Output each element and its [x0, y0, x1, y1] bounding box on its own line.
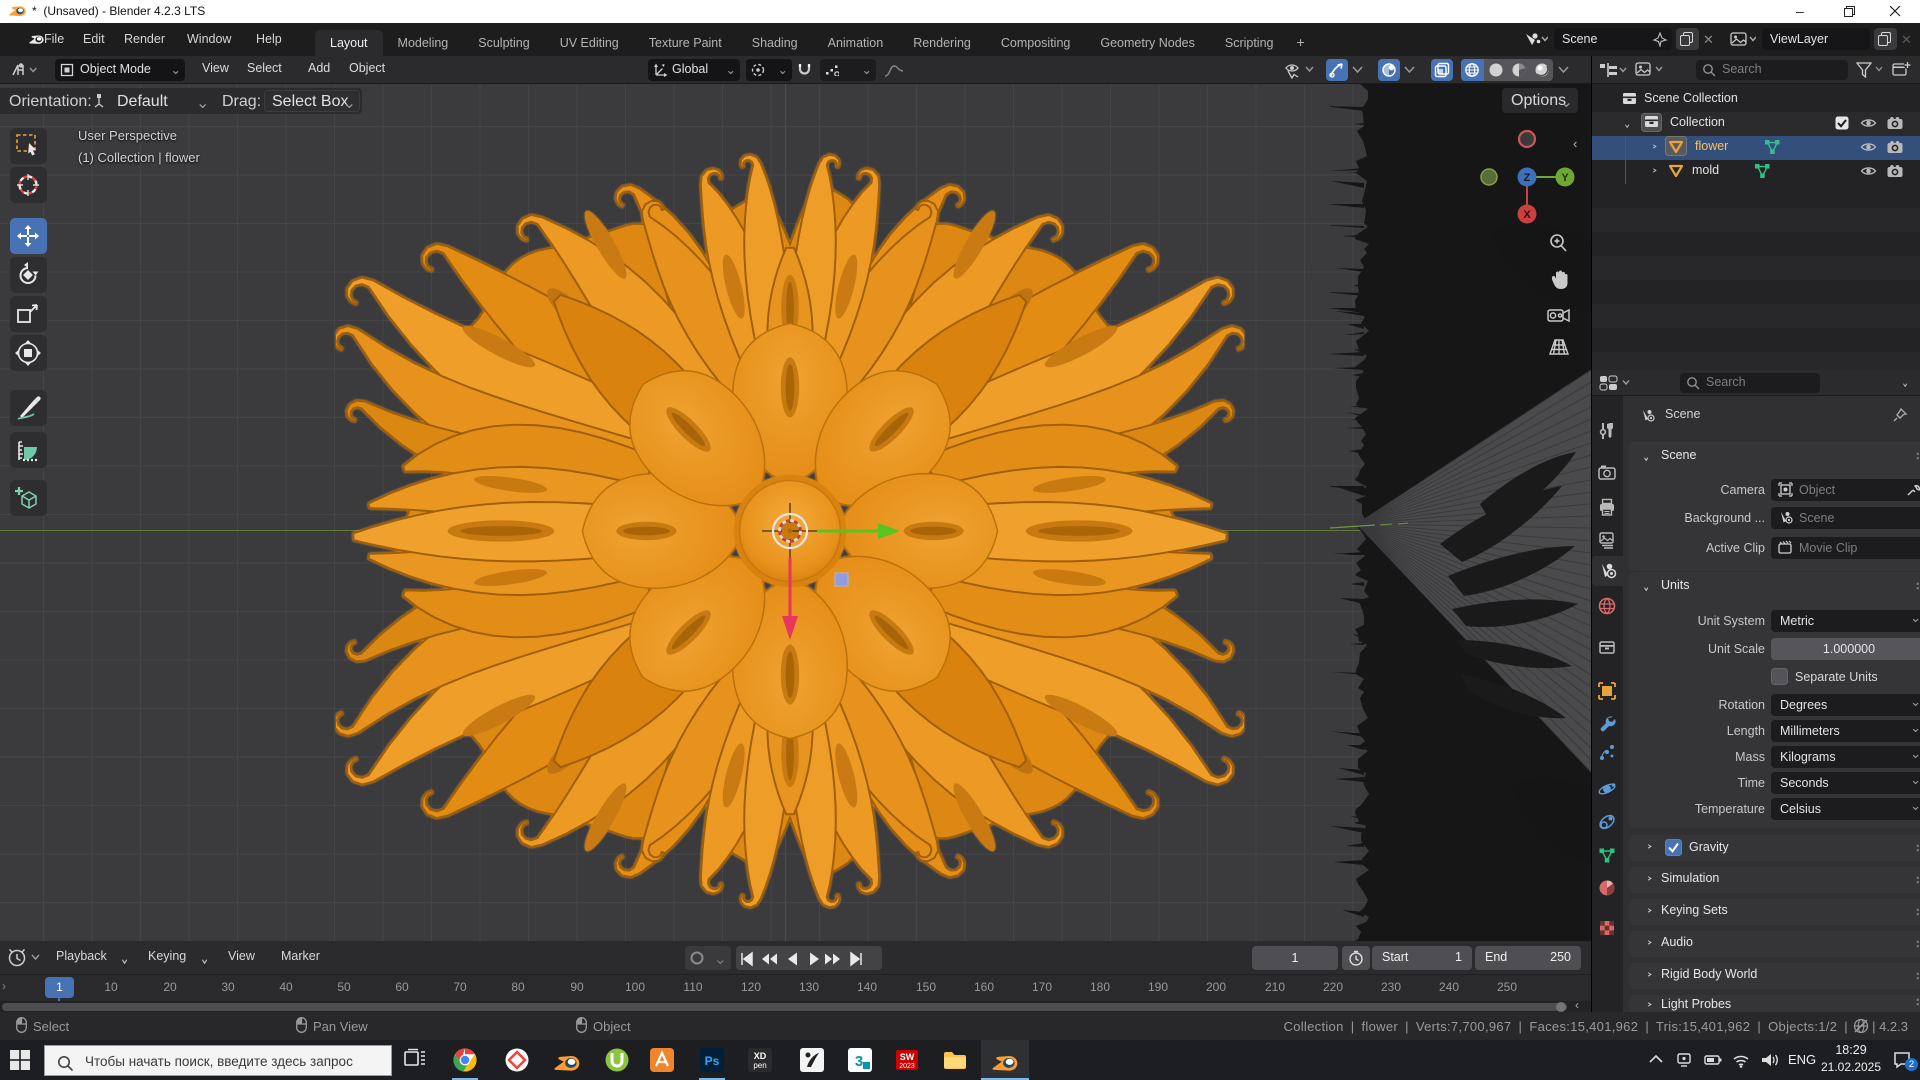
svg-text:SW: SW — [900, 1052, 915, 1062]
svg-text:pen: pen — [753, 1061, 766, 1070]
svg-text:2023: 2023 — [899, 1063, 915, 1070]
svg-text:Ps: Ps — [705, 1054, 720, 1068]
svg-text:XD: XD — [754, 1051, 767, 1061]
svg-text:3: 3 — [855, 1053, 863, 1070]
